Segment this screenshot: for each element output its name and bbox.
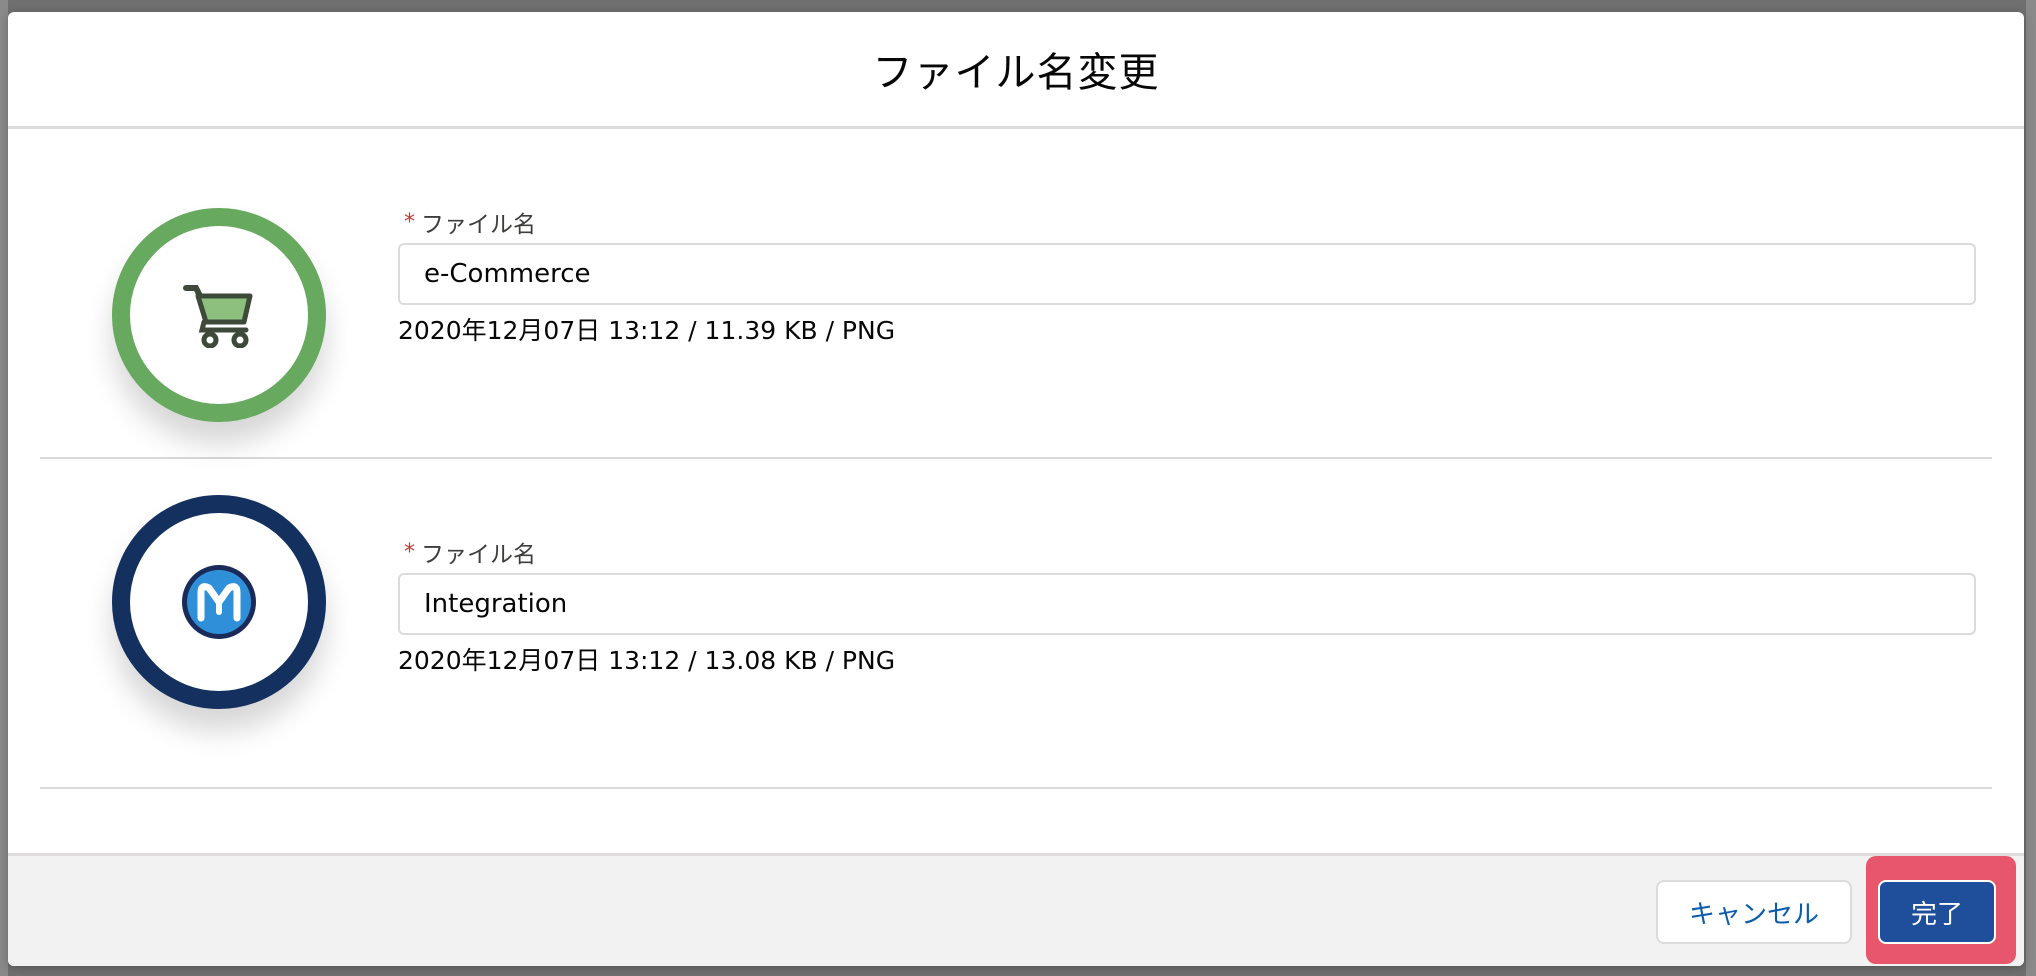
- shopping-cart-icon: [183, 285, 253, 348]
- file-row: * ファイル名 2020年12月07日 13:12 / 11.39 KB / P…: [40, 129, 1992, 459]
- file-thumbnail: [112, 208, 326, 422]
- file-name-field: * ファイル名 2020年12月07日 13:12 / 11.39 KB / P…: [398, 207, 1978, 347]
- file-name-input[interactable]: [398, 243, 1976, 305]
- required-indicator: *: [404, 539, 415, 565]
- field-label-text: ファイル名: [421, 542, 536, 568]
- file-meta: 2020年12月07日 13:12 / 13.08 KB / PNG: [398, 646, 896, 675]
- mulesoft-logo-icon: [182, 565, 256, 639]
- cancel-button[interactable]: キャンセル: [1656, 880, 1852, 944]
- field-label-text: ファイル名: [421, 212, 536, 238]
- modal-title: ファイル名変更: [872, 50, 1160, 96]
- done-button[interactable]: 完了: [1878, 880, 1996, 944]
- field-label: * ファイル名: [398, 207, 1978, 239]
- modal-header: ファイル名変更: [8, 12, 2024, 129]
- modal-body: * ファイル名 2020年12月07日 13:12 / 11.39 KB / P…: [8, 129, 2024, 863]
- required-indicator: *: [404, 209, 415, 235]
- file-thumbnail: [112, 495, 326, 709]
- file-name-field: * ファイル名 2020年12月07日 13:12 / 13.08 KB / P…: [398, 537, 1978, 677]
- file-name-input[interactable]: [398, 573, 1976, 635]
- backdrop-right-edge: [2026, 0, 2036, 976]
- file-meta: 2020年12月07日 13:12 / 11.39 KB / PNG: [398, 316, 896, 345]
- field-label: * ファイル名: [398, 537, 1978, 569]
- modal-footer: キャンセル 完了: [8, 853, 2024, 966]
- rename-file-modal: ファイル名変更 * ファイル名 2020年12月07日 13:12: [8, 12, 2024, 966]
- backdrop-left-edge: [0, 0, 8, 976]
- file-row: * ファイル名 2020年12月07日 13:12 / 13.08 KB / P…: [40, 459, 1992, 789]
